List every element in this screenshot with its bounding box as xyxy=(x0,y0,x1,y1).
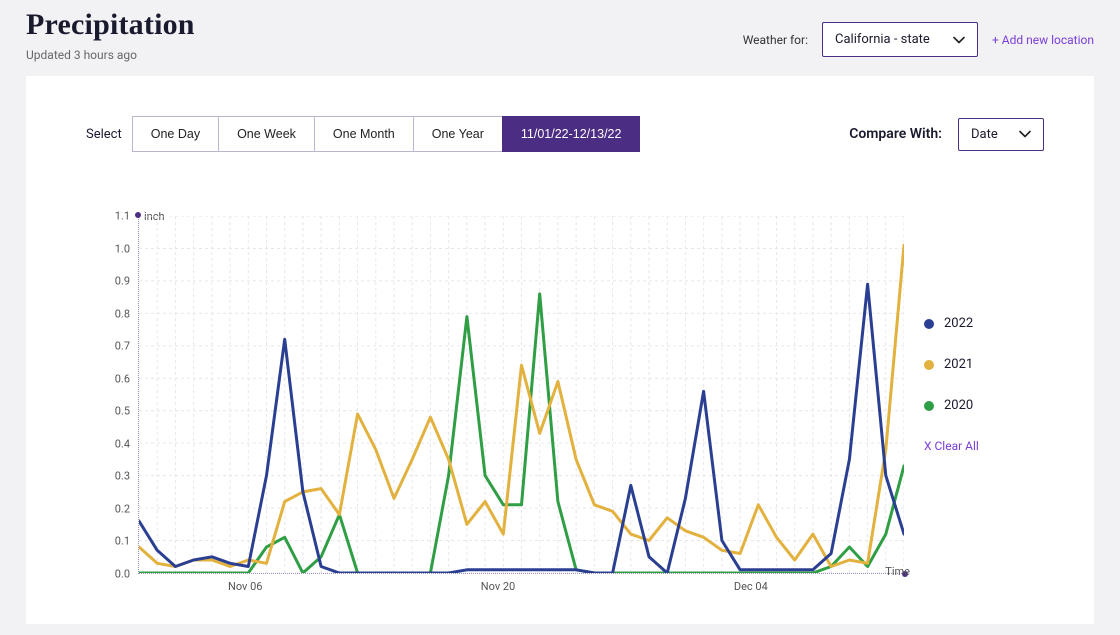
y-tick: 1.0 xyxy=(115,242,130,255)
legend-label: 2020 xyxy=(944,398,973,413)
add-location-link[interactable]: + Add new location xyxy=(992,33,1094,47)
y-tick: 0.5 xyxy=(115,405,130,418)
legend-item[interactable]: 2022 xyxy=(924,316,1044,331)
range-button-2[interactable]: One Month xyxy=(314,116,413,152)
x-tick: Dec 04 xyxy=(734,580,768,593)
y-tick: 0.2 xyxy=(115,502,130,515)
chevron-down-icon xyxy=(953,36,965,44)
legend-dot xyxy=(924,319,934,329)
chart-card: Select One DayOne WeekOne MonthOne Year1… xyxy=(26,76,1094,624)
y-tick: 0.6 xyxy=(115,372,130,385)
legend-dot xyxy=(924,401,934,411)
updated-subtitle: Updated 3 hours ago xyxy=(26,48,195,62)
range-button-3[interactable]: One Year xyxy=(413,116,502,152)
select-label: Select xyxy=(86,127,122,142)
compare-with-label: Compare With: xyxy=(849,126,942,142)
weather-for-label: Weather for: xyxy=(743,33,808,47)
compare-selected-value: Date xyxy=(971,127,998,142)
chart-legend: 2022 2021 2020 X Clear All xyxy=(904,196,1044,604)
y-tick: 0.9 xyxy=(115,275,130,288)
y-tick: 0.7 xyxy=(115,340,130,353)
clear-all-link[interactable]: X Clear All xyxy=(924,439,1044,453)
x-tick: Nov 20 xyxy=(481,580,515,593)
y-tick: 0.1 xyxy=(115,535,130,548)
legend-label: 2021 xyxy=(944,357,973,372)
x-tick: Nov 06 xyxy=(228,580,262,593)
range-button-0[interactable]: One Day xyxy=(132,116,218,152)
range-segmented-control: One DayOne WeekOne MonthOne Year11/01/22… xyxy=(132,116,641,152)
compare-select[interactable]: Date xyxy=(958,118,1044,151)
chart-plot: inch 1.11.00.90.80.70.60.50.40.30.20.10.… xyxy=(86,196,904,604)
range-button-4[interactable]: 11/01/22-12/13/22 xyxy=(502,116,641,152)
location-select[interactable]: California - state xyxy=(822,22,978,57)
y-tick: 0.4 xyxy=(115,437,130,450)
range-button-1[interactable]: One Week xyxy=(218,116,314,152)
chevron-down-icon xyxy=(1019,130,1031,138)
legend-dot xyxy=(924,360,934,370)
location-selected-value: California - state xyxy=(835,32,930,47)
y-tick: 0.0 xyxy=(115,568,130,581)
page-title: Precipitation xyxy=(26,8,195,42)
y-tick: 0.8 xyxy=(115,307,130,320)
y-tick: 0.3 xyxy=(115,470,130,483)
chart-svg xyxy=(139,216,904,573)
legend-label: 2022 xyxy=(944,316,973,331)
legend-item[interactable]: 2021 xyxy=(924,357,1044,372)
x-axis-title: Time xyxy=(885,565,910,578)
y-tick: 1.1 xyxy=(115,210,130,223)
legend-item[interactable]: 2020 xyxy=(924,398,1044,413)
